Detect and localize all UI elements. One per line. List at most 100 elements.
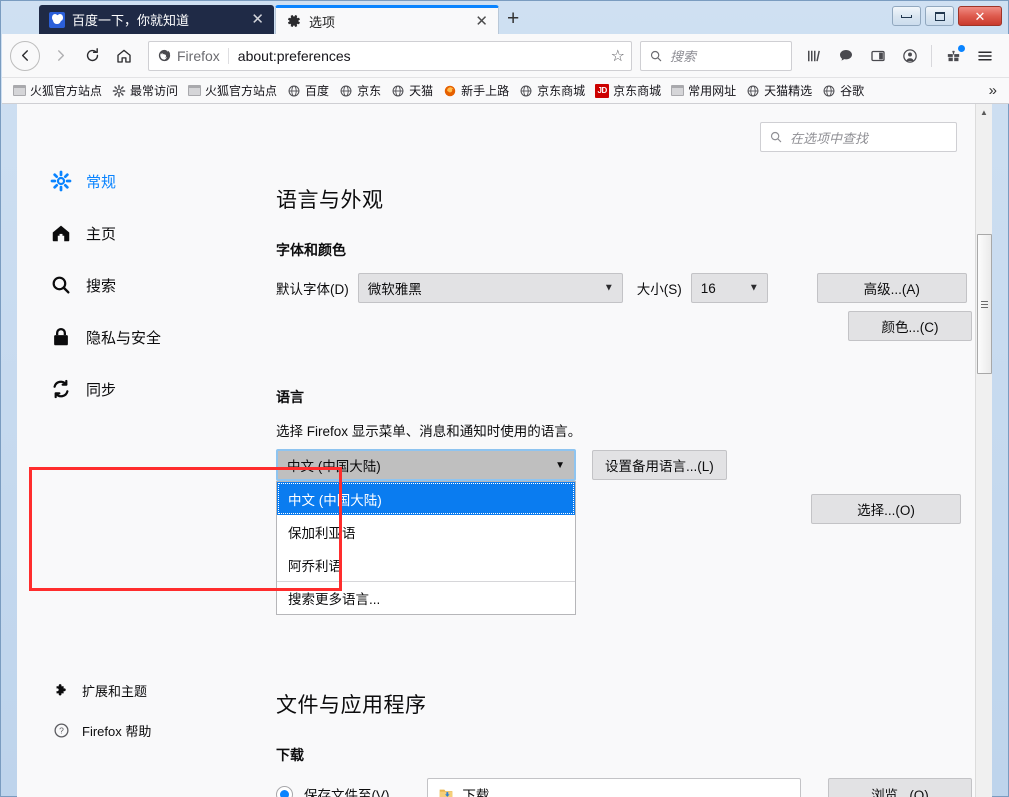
set-alternatives-button[interactable]: 设置备用语言...(L) (592, 450, 727, 480)
bookmark-item[interactable]: 新手上路 (438, 80, 514, 101)
language-select-button[interactable]: 中文 (中国大陆) ▼ (276, 449, 576, 481)
tab-close-button[interactable]: ✕ (249, 12, 266, 27)
pocket-icon[interactable] (830, 40, 862, 72)
url-text[interactable]: about:preferences (229, 48, 611, 64)
bookmark-label: 京东商城 (613, 82, 661, 99)
bookmark-item[interactable]: 火狐官方站点 (8, 80, 107, 101)
page-scrollbar[interactable]: ▲ (975, 104, 992, 797)
browse-button[interactable]: 浏览...(O) (828, 778, 972, 797)
globe-icon (746, 84, 760, 98)
gift-badge (958, 45, 965, 52)
jd-icon: JD (595, 84, 609, 98)
font-settings-row: 默认字体(D) 微软雅黑 ▼ 大小(S) 16 ▼ 高级...(A) (276, 273, 972, 303)
bookmark-item[interactable]: 天猫精选 (741, 80, 817, 101)
language-option[interactable]: 中文 (中国大陆) (277, 482, 575, 515)
colors-button[interactable]: 颜色...(C) (848, 311, 972, 341)
download-path-value: 下载 (462, 784, 489, 797)
section-heading-files-applications: 文件与应用程序 (276, 689, 972, 719)
toolbar-search-box[interactable]: 搜索 (640, 41, 792, 71)
toolbar-separator (931, 45, 932, 67)
reload-icon (84, 47, 101, 64)
sidebar-item-privacy[interactable]: 隐私与安全 (17, 320, 260, 354)
close-button[interactable]: ✕ (958, 6, 1002, 26)
preferences-search-input[interactable]: 在选项中查找 (760, 122, 957, 152)
new-tab-button[interactable]: + (507, 9, 519, 29)
address-bar[interactable]: Firefox about:preferences ☆ (148, 41, 632, 71)
bookmark-item[interactable]: 谷歌 (817, 80, 869, 101)
sidebar-bottom-group: 扩展和主题 ? Firefox 帮助 (17, 677, 260, 757)
minimize-icon (901, 15, 912, 18)
menu-icon[interactable] (969, 40, 1001, 72)
font-size-select[interactable]: 16 ▼ (691, 273, 768, 303)
language-option-search-more[interactable]: 搜索更多语言... (277, 581, 575, 614)
scroll-up-button[interactable]: ▲ (976, 104, 992, 121)
bookmark-label: 火狐官方站点 (205, 82, 277, 99)
folder-icon (671, 85, 684, 96)
url-brand: Firefox (157, 48, 229, 64)
reload-button[interactable] (76, 40, 108, 72)
bookmark-item[interactable]: 京东商城 (514, 80, 590, 101)
tab-close-button[interactable]: ✕ (473, 14, 490, 29)
bookmark-star-icon[interactable]: ☆ (611, 46, 625, 66)
default-font-value[interactable]: 微软雅黑 (358, 273, 623, 303)
sidebar-item-extensions[interactable]: 扩展和主题 (17, 677, 260, 703)
bookmark-item[interactable]: 百度 (282, 80, 334, 101)
subsection-heading-fonts-colors: 字体和颜色 (276, 240, 972, 260)
section-heading-language-appearance: 语言与外观 (276, 184, 972, 214)
bookmark-item[interactable]: 火狐官方站点 (183, 80, 282, 101)
bookmark-item[interactable]: 常用网址 (666, 80, 741, 101)
sidebar-item-home[interactable]: 主页 (17, 216, 260, 250)
maximize-button[interactable] (925, 6, 954, 26)
gift-icon[interactable] (937, 40, 969, 72)
scrollbar-grip (981, 301, 988, 308)
forward-button[interactable] (44, 40, 76, 72)
bookmark-item[interactable]: 最常访问 (107, 80, 183, 101)
choose-button[interactable]: 选择...(O) (811, 494, 961, 524)
language-selected-value: 中文 (中国大陆) (287, 455, 381, 475)
language-option[interactable]: 阿乔利语 (277, 548, 575, 581)
sidebar-item-search[interactable]: 搜索 (17, 268, 260, 302)
library-icon[interactable] (798, 40, 830, 72)
globe-icon (339, 84, 353, 98)
bookmark-item[interactable]: JD 京东商城 (590, 80, 666, 101)
advanced-fonts-button[interactable]: 高级...(A) (817, 273, 967, 303)
sync-icon (50, 378, 72, 400)
gear-icon (50, 170, 72, 192)
sidebar-item-label: 隐私与安全 (86, 327, 161, 348)
preferences-search-placeholder: 在选项中查找 (790, 128, 868, 147)
default-font-select[interactable]: 微软雅黑 ▼ (358, 273, 623, 303)
bookmark-item[interactable]: 京东 (334, 80, 386, 101)
language-dropdown-popup[interactable]: 中文 (中国大陆) 保加利亚语 阿乔利语 搜索更多语言... (276, 481, 576, 615)
font-size-value[interactable]: 16 (691, 273, 768, 303)
tab-options[interactable]: 选项 ✕ (275, 5, 499, 34)
sidebar-item-label: 常规 (86, 171, 116, 192)
sidebar-item-sync[interactable]: 同步 (17, 372, 260, 406)
lock-icon (50, 326, 72, 348)
navigation-toolbar: Firefox about:preferences ☆ 搜索 (2, 34, 1009, 78)
bookmark-label: 天猫 (409, 82, 433, 99)
bookmark-label: 火狐官方站点 (30, 82, 102, 99)
home-button[interactable] (108, 40, 140, 72)
radio-save-to[interactable] (276, 786, 293, 797)
account-icon[interactable] (894, 40, 926, 72)
sidebar-item-help[interactable]: ? Firefox 帮助 (17, 717, 260, 743)
scrollbar-thumb[interactable] (977, 234, 992, 374)
close-icon: ✕ (975, 10, 986, 23)
tab-baidu[interactable]: 百度一下，你就知道 ✕ (39, 5, 274, 34)
minimize-button[interactable] (892, 6, 921, 26)
font-size-label: 大小(S) (637, 278, 682, 298)
download-folder-icon (438, 786, 454, 797)
download-path-field[interactable]: 下载 (427, 778, 800, 797)
bookmarks-overflow-button[interactable]: » (983, 82, 1003, 99)
language-combo-area: 中文 (中国大陆) ▼ 设置备用语言...(L) 中文 (中国大陆) 保加利亚语… (276, 449, 972, 481)
back-button[interactable] (10, 41, 40, 71)
globe-icon (519, 84, 533, 98)
firefox-icon (157, 48, 172, 63)
sidebar-icon[interactable] (862, 40, 894, 72)
search-icon (649, 49, 663, 63)
sidebar-item-general[interactable]: 常规 (17, 164, 260, 198)
bookmark-label: 新手上路 (461, 82, 509, 99)
baidu-icon (49, 12, 65, 28)
language-option[interactable]: 保加利亚语 (277, 515, 575, 548)
bookmark-item[interactable]: 天猫 (386, 80, 438, 101)
